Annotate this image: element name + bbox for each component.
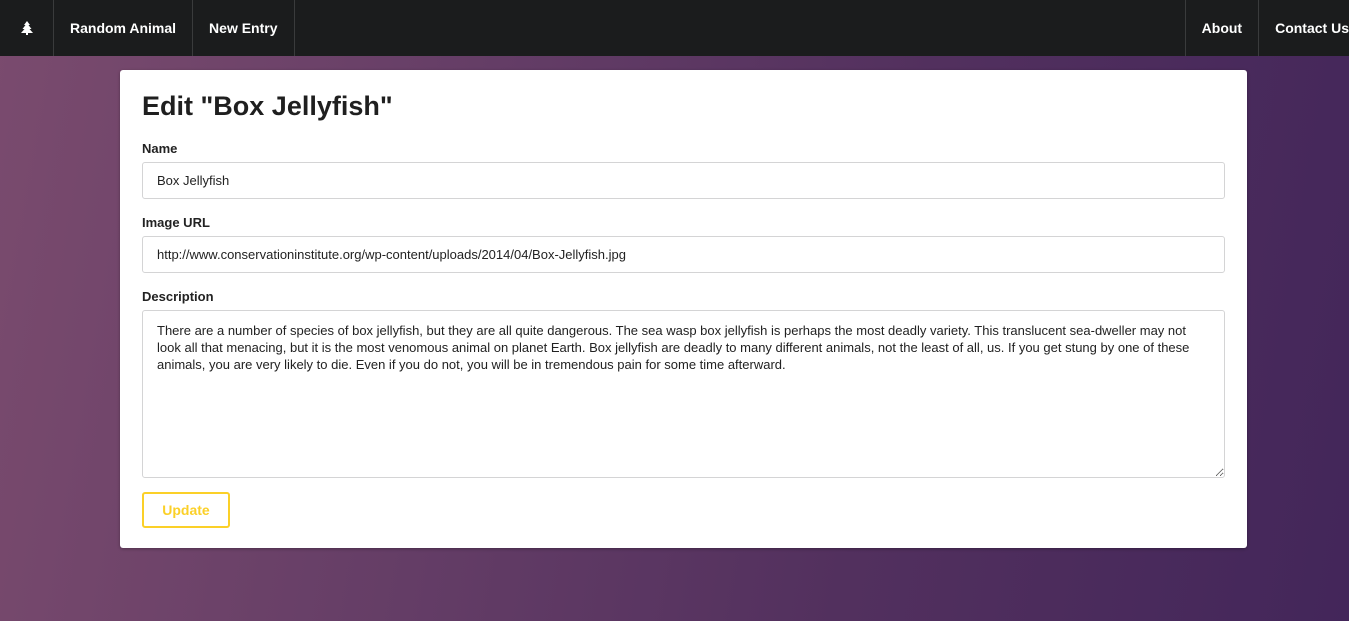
name-input[interactable] (142, 162, 1225, 199)
image-url-input[interactable] (142, 236, 1225, 273)
tree-icon (20, 21, 33, 35)
nav-about[interactable]: About (1184, 0, 1258, 56)
description-textarea[interactable]: There are a number of species of box jel… (142, 310, 1225, 478)
edit-entry-card: Edit "Box Jellyfish" Name Image URL Desc… (120, 70, 1247, 548)
nav-right-group: About Contact Us (1184, 0, 1349, 56)
top-navbar: Random Animal New Entry About Contact Us (0, 0, 1349, 56)
nav-new-entry[interactable]: New Entry (193, 0, 295, 56)
image-url-label: Image URL (142, 215, 210, 230)
nav-left-group: Random Animal New Entry (0, 0, 295, 56)
nav-contact-us[interactable]: Contact Us (1258, 0, 1349, 56)
nav-random-animal[interactable]: Random Animal (54, 0, 194, 56)
home-logo-button[interactable] (0, 0, 54, 56)
page-title: Edit "Box Jellyfish" (142, 91, 393, 121)
name-label: Name (142, 141, 178, 156)
description-label: Description (142, 289, 214, 304)
update-button[interactable]: Update (142, 492, 230, 528)
